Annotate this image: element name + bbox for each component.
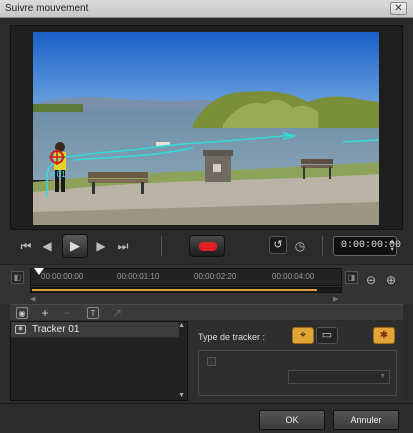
video-preview: # 01 — [10, 25, 403, 230]
option-dropdown[interactable]: ▼ — [288, 370, 390, 384]
chevron-down-icon: ▼ — [379, 373, 386, 380]
tracker-options: ▼ — [198, 350, 397, 396]
zoom-in-icon[interactable]: ⊕ — [386, 273, 396, 287]
transport-divider-2 — [322, 236, 323, 256]
crosshair-icon: ⌖ — [299, 329, 307, 341]
history-icon[interactable]: ◷ — [291, 237, 309, 255]
video-frame[interactable]: # 01 — [33, 32, 379, 225]
step-forward-icon[interactable]: ▶ — [92, 237, 110, 255]
record-button[interactable] — [189, 235, 225, 257]
timeline-right-icon[interactable]: ◨ — [345, 271, 358, 284]
timeline-ruler[interactable]: 00:00:00:00 00:00:01:10 00:00:02:20 00:0… — [30, 268, 342, 286]
tracker-list: ◉ Tracker 01 ▲ ▼ — [10, 321, 188, 401]
timeline-progress[interactable] — [30, 287, 342, 293]
rotate-icon[interactable]: ↺ — [269, 236, 287, 254]
scroll-down-icon[interactable]: ▼ — [178, 392, 185, 399]
add-tracker-icon[interactable]: + — [38, 306, 52, 320]
record-icon — [199, 242, 217, 251]
list-item[interactable]: ◉ Tracker 01 — [11, 322, 179, 338]
rename-tracker-icon[interactable]: T — [87, 307, 99, 319]
title-bar: Suivre mouvement ✕ — [0, 0, 413, 18]
window-title: Suivre mouvement — [5, 3, 89, 14]
timecode-field[interactable]: 0:00:00:00 ▲ ▼ — [333, 236, 401, 256]
tracker-name: Tracker 01 — [32, 324, 80, 335]
remove-tracker-icon[interactable]: − — [60, 306, 74, 320]
tracker-marker-label: # 01 — [50, 170, 66, 179]
timecode-stepper-icon[interactable]: ▲ ▼ — [390, 238, 394, 254]
cancel-button[interactable]: Annuler — [333, 410, 399, 430]
tracker-icon: ◉ — [15, 325, 26, 334]
play-icon: ▶ — [70, 238, 80, 253]
ok-button[interactable]: OK — [259, 410, 325, 430]
timeline-progress-fill — [32, 289, 318, 291]
point-tracker-button[interactable]: ⌖ — [292, 327, 314, 344]
scroll-left-icon[interactable]: ◀ — [30, 295, 35, 303]
zoom-out-icon[interactable]: ⊖ — [366, 273, 376, 287]
tracker-type-label: Type de tracker : — [198, 332, 266, 342]
skip-end-icon[interactable]: ⏭ — [114, 237, 132, 255]
step-back-icon[interactable]: ◀ — [38, 237, 56, 255]
transport-bar: ⏮ ◀ ▶ ▶ ⏭ ↺ ◷ 0:00:00:00 ▲ ▼ — [0, 234, 413, 258]
area-tracker-button[interactable]: ▭ — [316, 327, 338, 344]
timeline-left-icon[interactable]: ◧ — [11, 271, 24, 284]
close-icon[interactable]: ✕ — [390, 2, 407, 15]
settings-icon: ✱ — [379, 330, 389, 341]
scroll-up-icon[interactable]: ▲ — [178, 322, 185, 329]
tracker-type-icon[interactable]: ◉ — [16, 307, 28, 319]
trash-bin — [203, 150, 233, 182]
ruler-tick: 00:00:02:20 — [194, 272, 237, 281]
option-checkbox[interactable] — [207, 357, 216, 366]
play-button[interactable]: ▶ — [62, 234, 88, 258]
scroll-right-icon[interactable]: ▶ — [333, 295, 338, 303]
area-icon: ▭ — [321, 329, 333, 341]
tracker-properties: Type de tracker : ⌖ ▭ ✱ ▼ — [190, 321, 403, 401]
ruler-tick: 00:00:04:00 — [272, 272, 315, 281]
ruler-tick: 00:00:00:00 — [41, 272, 84, 281]
timeline: ◧ 00:00:00:00 00:00:01:10 00:00:02:20 00… — [0, 264, 413, 304]
transport-divider — [161, 236, 162, 256]
ruler-tick: 00:00:01:10 — [117, 272, 160, 281]
export-tracker-icon[interactable]: ↗ — [110, 306, 124, 320]
skip-start-icon[interactable]: ⏮ — [17, 237, 35, 255]
dialog-footer: OK Annuler — [0, 403, 413, 433]
tracker-settings-button[interactable]: ✱ — [373, 327, 395, 344]
tracker-toolbar: ◉ + − T ↗ — [10, 304, 403, 320]
